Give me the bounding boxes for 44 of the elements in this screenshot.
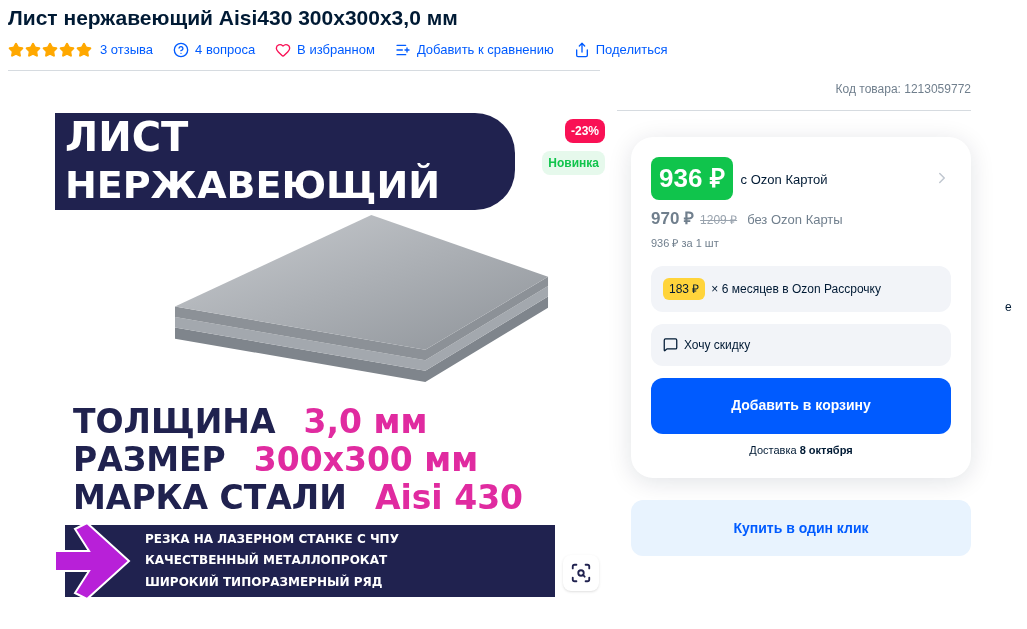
share-link[interactable]: Поделиться: [573, 40, 668, 60]
feature-text: ШИРОКИЙ ТИПОРАЗМЕРНЫЙ РЯД: [145, 573, 383, 591]
delivery-date: Доставка 8 октября: [749, 442, 853, 458]
favorite-link[interactable]: В избранном: [275, 40, 375, 60]
star-icon: [8, 41, 24, 58]
old-price: 1209 ₽: [700, 211, 738, 229]
installment-amount: 183 ₽: [663, 277, 706, 300]
spec-value: 300x300 мм: [253, 440, 479, 479]
card-price-label: с Ozon Картой: [740, 171, 828, 190]
price: 970 ₽: [651, 207, 695, 230]
spec-name: МАРКА СТАЛИ: [73, 478, 347, 517]
spec-name: ТОЛЩИНА: [73, 402, 276, 441]
star-icon: [25, 41, 41, 58]
star-icon: [42, 41, 58, 58]
heading-text: НЕРЖАВЕЮЩИЙ: [65, 161, 441, 209]
feature-text: КАЧЕСТВЕННЫЙ МЕТАЛЛОПРОКАТ: [145, 551, 388, 570]
spec-value: 3,0 мм: [303, 402, 428, 441]
star-icon: [59, 41, 75, 58]
card-price: 936 ₽: [651, 156, 733, 200]
reviews-link[interactable]: 3 отзыва: [100, 40, 154, 60]
edge-letter: е: [1005, 298, 1012, 314]
discount-chat-icon: [663, 337, 678, 352]
heading-text: ЛИСТ: [65, 112, 189, 161]
questions-link[interactable]: 4 вопроса: [173, 40, 256, 60]
unit-price: 936 ₽ за 1 шт: [651, 236, 720, 251]
spec-value: Aisi 430: [374, 478, 524, 517]
discount-badge: -23%: [565, 118, 605, 143]
buy-one-click-button[interactable]: Купить в один клик: [631, 500, 971, 556]
spec-name: РАЗМЕР: [73, 440, 226, 479]
image-search-button[interactable]: [563, 554, 599, 591]
add-to-cart-button[interactable]: Добавить в корзину: [651, 377, 951, 434]
product-title: Лист нержавеющий Aisi430 300x300x3,0 мм: [7, 5, 459, 31]
compare-link[interactable]: Добавить к сравнению: [394, 40, 554, 60]
no-card-label: без Ozon Карты: [747, 210, 843, 229]
image-search-icon: [570, 561, 592, 584]
installment-text: × 6 месяцев в Ozon Рассрочку: [711, 280, 881, 298]
question-icon: [173, 41, 190, 58]
share-icon: [573, 41, 590, 58]
installment-row[interactable]: 183 ₽ × 6 месяцев в Ozon Рассрочку: [651, 265, 951, 312]
product-code: Код товара: 1213059772: [835, 80, 971, 98]
discount-request[interactable]: Хочу скидку: [651, 323, 951, 366]
star-icon: [76, 41, 92, 58]
new-badge: Новинка: [542, 150, 605, 175]
feature-text: РЕЗКА НА ЛАЗЕРНОМ СТАНКЕ С ЧПУ: [145, 531, 399, 549]
